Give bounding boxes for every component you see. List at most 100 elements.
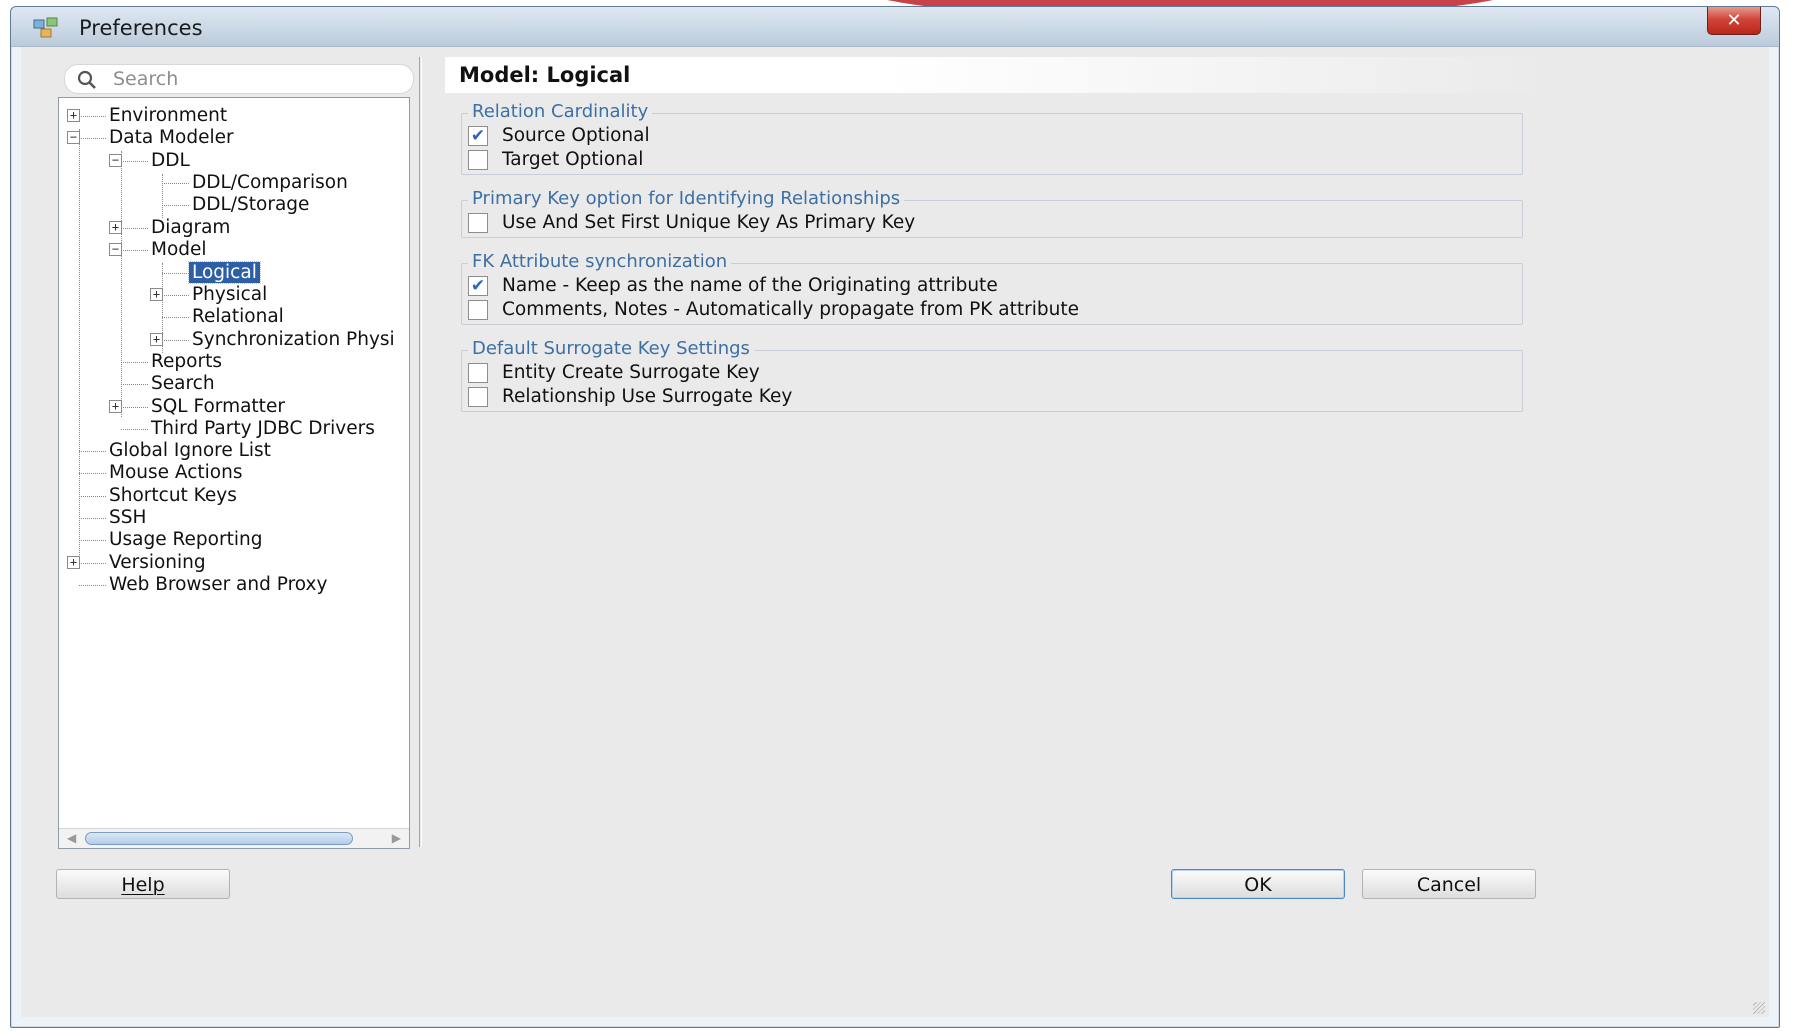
window-title: Preferences	[79, 16, 203, 40]
option-checkbox[interactable]: ✔	[468, 126, 488, 146]
page-title: Model: Logical	[445, 57, 1553, 93]
tree-item-label: Versioning	[109, 552, 206, 573]
tree-item[interactable]: Third Party JDBC Drivers	[148, 418, 378, 440]
scroll-left-icon[interactable]: ◀	[67, 831, 76, 845]
tree-item[interactable]: Data Modeler	[106, 127, 237, 149]
group-legend: Primary Key option for Identifying Relat…	[468, 188, 905, 209]
tree-item[interactable]: Global Ignore List	[106, 440, 274, 462]
tree-item-label: Synchronization Physi	[192, 329, 395, 350]
option-label: Source Optional	[502, 125, 650, 146]
expand-icon[interactable]: +	[150, 333, 163, 346]
tree-connector	[121, 151, 122, 417]
tree-item[interactable]: Web Browser and Proxy	[106, 574, 330, 596]
tree-item[interactable]: Synchronization Physi	[189, 329, 398, 351]
tree-item-label: SQL Formatter	[151, 396, 285, 417]
expand-icon[interactable]: +	[67, 109, 80, 122]
tree-connector	[79, 496, 106, 497]
tree-item-label: Physical	[192, 284, 268, 305]
tree-connector	[121, 407, 148, 408]
tree-connector	[121, 161, 148, 162]
tree-item-label: Reports	[151, 351, 222, 372]
tree-item[interactable]: SSH	[106, 507, 149, 529]
preferences-app-icon	[33, 17, 58, 38]
tree-item-label: Model	[151, 239, 207, 260]
tree-item-label: Logical	[188, 261, 261, 284]
option-label: Target Optional	[502, 149, 644, 170]
expand-icon[interactable]: +	[150, 288, 163, 301]
tree-item-label: Environment	[109, 105, 228, 126]
collapse-icon[interactable]: −	[109, 154, 122, 167]
ok-button[interactable]: OK	[1171, 869, 1345, 899]
tree-item[interactable]: Physical	[189, 284, 270, 306]
tree-item[interactable]: Model	[148, 239, 210, 261]
tree-connector	[79, 518, 106, 519]
tree-item-label: Data Modeler	[109, 127, 234, 148]
collapse-icon[interactable]: −	[67, 131, 80, 144]
tree-item[interactable]: Reports	[148, 351, 225, 373]
tree-connector	[121, 384, 148, 385]
tree-item[interactable]: DDL/Comparison	[189, 172, 351, 194]
tree-item[interactable]: Mouse Actions	[106, 462, 245, 484]
title-bar[interactable]: Preferences ✕	[11, 7, 1779, 47]
pane-splitter[interactable]	[419, 57, 422, 847]
search-input[interactable]	[111, 68, 401, 90]
option-group: Relation Cardinality ✔ Source Optional Targ…	[461, 101, 1523, 175]
tree-item[interactable]: Logical	[188, 261, 261, 284]
tree-connector	[162, 205, 189, 206]
option-checkbox[interactable]	[468, 387, 488, 407]
help-button[interactable]: Help	[56, 869, 230, 899]
close-button[interactable]: ✕	[1707, 7, 1761, 35]
tree-item[interactable]: DDL	[148, 150, 193, 172]
scrollbar-thumb[interactable]	[85, 832, 353, 845]
expand-icon[interactable]: +	[109, 400, 122, 413]
tree-item[interactable]: Relational	[189, 306, 287, 328]
option-checkbox[interactable]	[468, 363, 488, 383]
tree-item-label: Search	[151, 373, 215, 394]
option-checkbox[interactable]: ✔	[468, 276, 488, 296]
tree-item-label: Third Party JDBC Drivers	[151, 418, 375, 439]
tree-horizontal-scrollbar[interactable]: ◀ ▶	[59, 828, 409, 848]
tree-connector	[121, 250, 148, 251]
scroll-right-icon[interactable]: ▶	[392, 831, 401, 845]
option-checkbox[interactable]	[468, 300, 488, 320]
tree-connector	[121, 362, 148, 363]
help-button-label: Help	[121, 874, 165, 896]
tree-connector	[79, 129, 80, 569]
option-label: Relationship Use Surrogate Key	[502, 386, 793, 407]
search-icon	[77, 70, 96, 89]
tree-connector	[79, 451, 106, 452]
collapse-icon[interactable]: −	[109, 243, 122, 256]
tree-item[interactable]: Versioning	[106, 552, 209, 574]
tree-connector	[79, 563, 106, 564]
option-label: Name - Keep as the name of the Originati…	[502, 275, 998, 296]
tree-item[interactable]: Diagram	[148, 217, 233, 239]
tree-item[interactable]: Environment	[106, 105, 230, 127]
tree-item-label: DDL/Storage	[192, 194, 310, 215]
tree-connector	[79, 473, 106, 474]
preferences-dialog: Preferences ✕ ◀ ▶ Environment + Data Model…	[10, 6, 1780, 1028]
option-group: Default Surrogate Key Settings Entity Cre…	[461, 338, 1523, 412]
resize-grip-icon[interactable]	[1753, 1002, 1765, 1014]
cancel-button[interactable]: Cancel	[1362, 869, 1536, 899]
tree-item[interactable]: Usage Reporting	[106, 529, 265, 551]
tree-item-label: Web Browser and Proxy	[109, 574, 328, 595]
search-box[interactable]	[64, 64, 414, 94]
tree-connector	[162, 340, 189, 341]
expand-icon[interactable]: +	[67, 556, 80, 569]
tree-item-label: DDL	[151, 150, 190, 171]
expand-icon[interactable]: +	[109, 221, 122, 234]
tree-connector	[162, 317, 189, 318]
tree-connector	[162, 174, 163, 218]
tree-connector	[79, 116, 106, 117]
tree-item[interactable]: DDL/Storage	[189, 194, 312, 216]
option-checkbox[interactable]	[468, 213, 488, 233]
option-checkbox[interactable]	[468, 150, 488, 170]
tree-item-label: Global Ignore List	[109, 440, 271, 461]
group-legend: Relation Cardinality	[468, 101, 653, 122]
tree-connector	[162, 183, 189, 184]
preferences-tree[interactable]: ◀ ▶ Environment + Data Modeler − DDL − DDL/Com…	[58, 97, 410, 849]
tree-connector	[121, 429, 148, 430]
tree-item[interactable]: Search	[148, 373, 218, 395]
tree-item[interactable]: SQL Formatter	[148, 396, 288, 418]
tree-item[interactable]: Shortcut Keys	[106, 485, 240, 507]
